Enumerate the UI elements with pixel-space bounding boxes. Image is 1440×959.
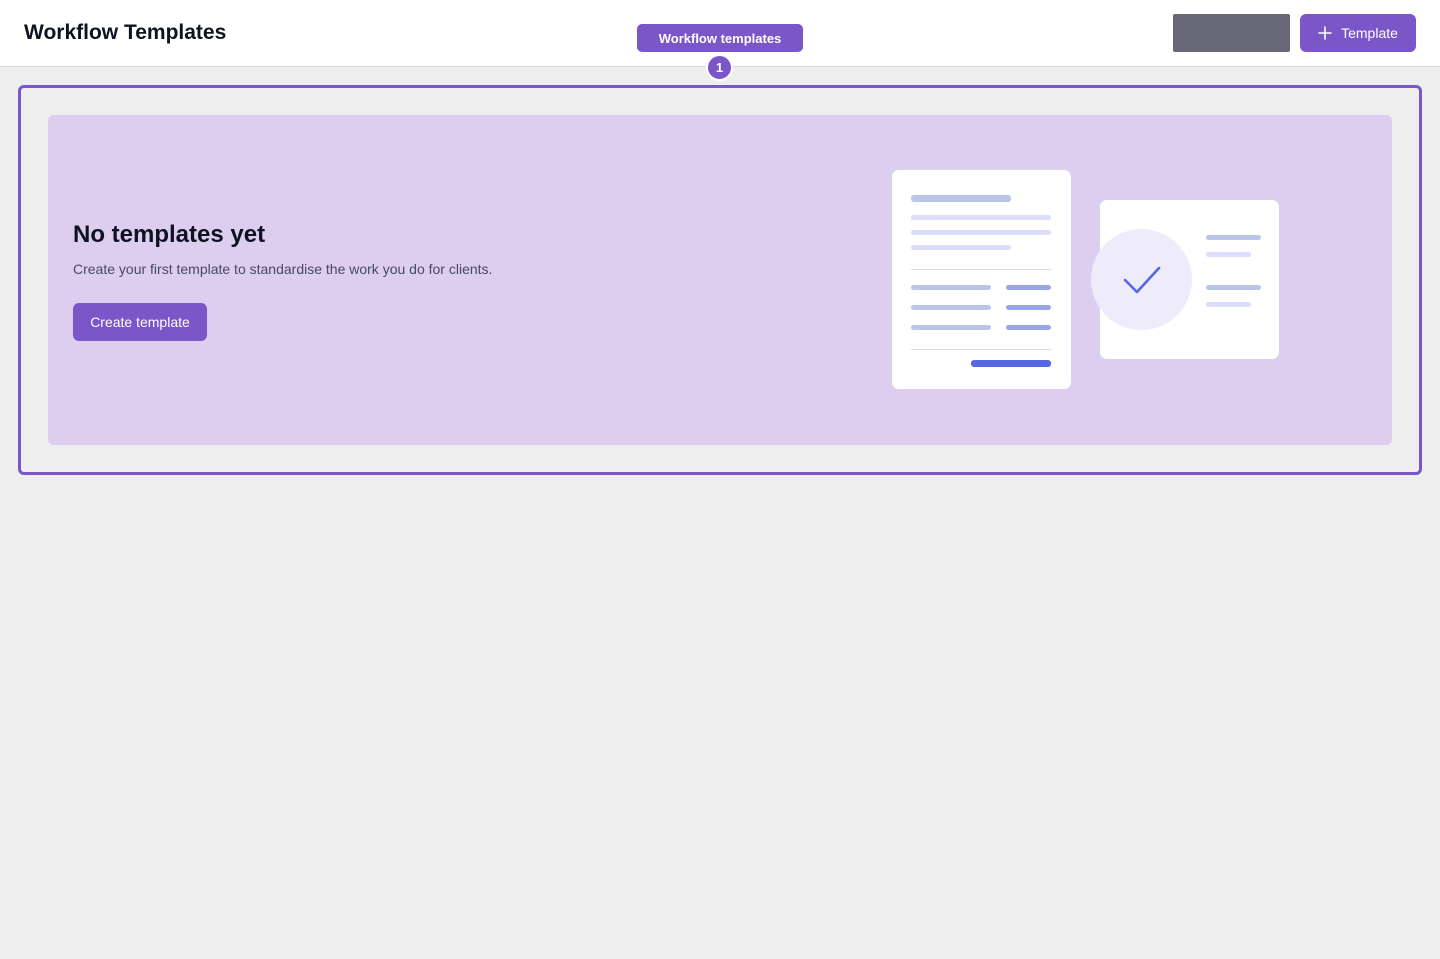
add-template-button[interactable]: Template <box>1300 14 1416 52</box>
page-title: Workflow Templates <box>24 21 227 44</box>
empty-state-description: Create your first template to standardis… <box>73 261 493 277</box>
plus-icon <box>1318 26 1332 40</box>
add-template-label: Template <box>1341 25 1398 41</box>
create-template-button[interactable]: Create template <box>73 303 207 341</box>
tour-step-badge[interactable]: 1 <box>706 54 733 81</box>
empty-state-card: No templates yet Create your first templ… <box>48 115 1392 445</box>
check-icon <box>1091 229 1192 330</box>
document-card-illustration <box>891 169 1072 390</box>
empty-state-title: No templates yet <box>73 221 266 248</box>
tour-tooltip-label: Workflow templates <box>637 24 803 52</box>
header-placeholder-block <box>1173 14 1290 52</box>
